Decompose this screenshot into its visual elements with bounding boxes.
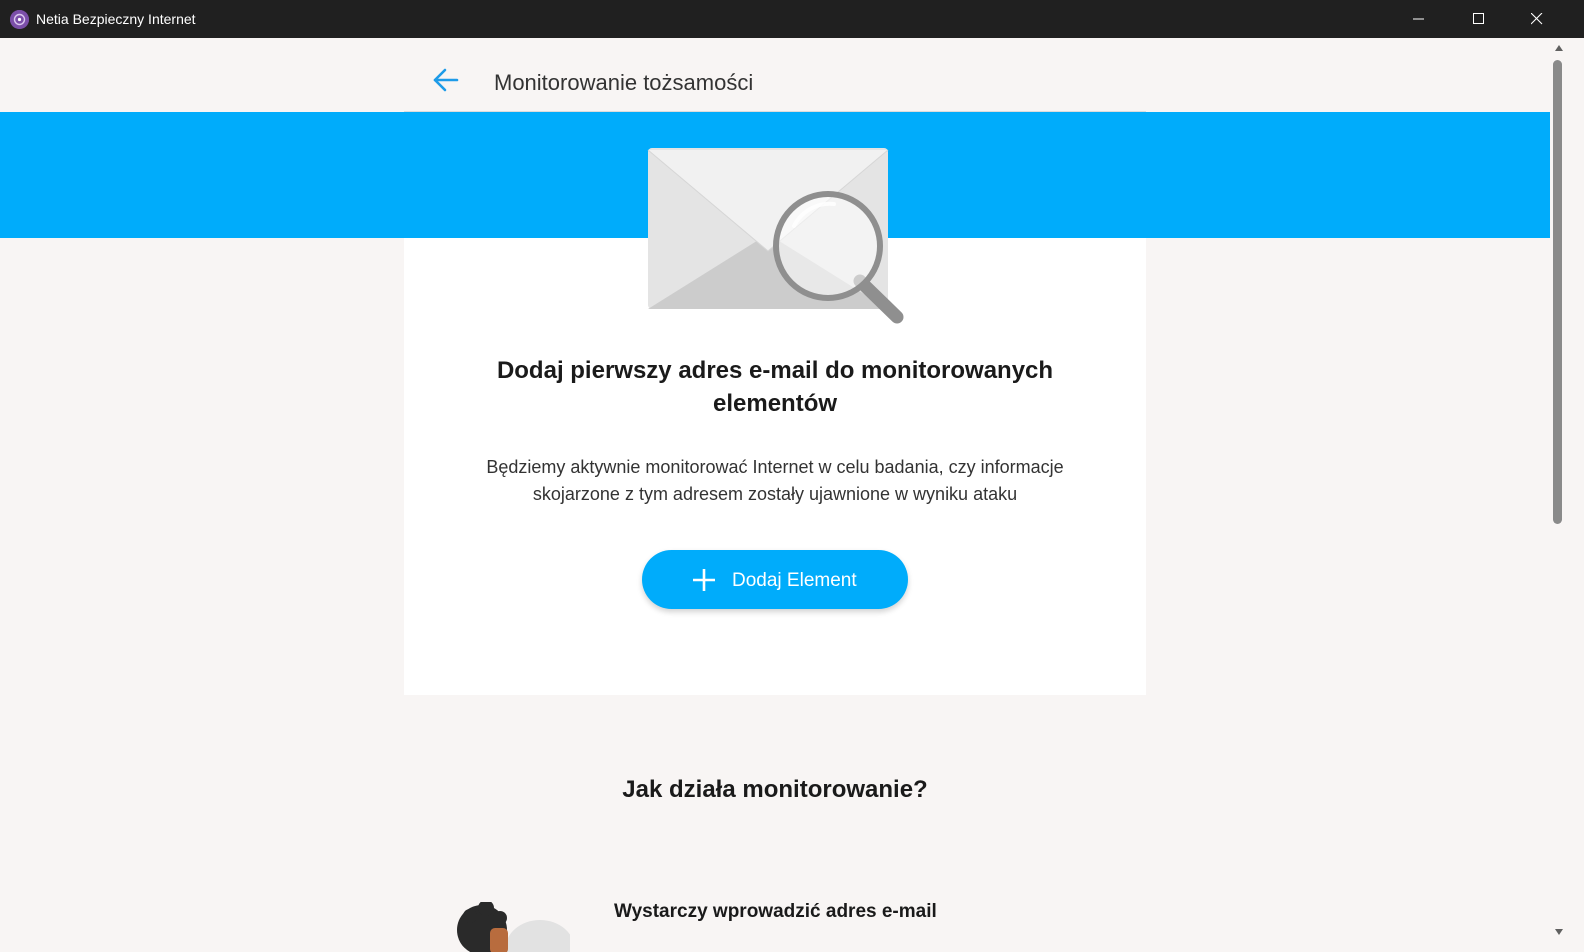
envelope-magnifier-illustration xyxy=(644,146,906,331)
how-it-works-title: Jak działa monitorowanie? xyxy=(622,776,928,803)
back-button[interactable] xyxy=(432,66,460,94)
add-element-label: Dodaj Element xyxy=(732,570,857,591)
maximize-icon xyxy=(1473,13,1484,24)
page-header: Monitorowanie tożsamości xyxy=(404,38,1146,112)
window-titlebar: Netia Bezpieczny Internet xyxy=(0,0,1584,38)
card-title: Dodaj pierwszy adres e-mail do monitorow… xyxy=(404,354,1146,420)
scroll-down-arrow-icon[interactable] xyxy=(1554,928,1564,936)
minimize-button[interactable] xyxy=(1390,0,1448,38)
plus-icon xyxy=(693,569,715,591)
scroll-up-arrow-icon[interactable] xyxy=(1554,44,1564,52)
minimize-icon xyxy=(1413,18,1424,20)
person-illustration xyxy=(450,900,575,952)
card-description-line2: skojarzone z tym adresem zostały ujawnio… xyxy=(532,484,1018,504)
vertical-scrollbar[interactable] xyxy=(1550,38,1568,952)
add-element-button[interactable]: Dodaj Element xyxy=(642,550,908,609)
card-title-line1: Dodaj pierwszy adres e-mail do monitorow… xyxy=(496,357,1054,384)
card-description: Będziemy aktywnie monitorować Internet w… xyxy=(404,454,1146,508)
maximize-button[interactable] xyxy=(1450,0,1508,38)
close-button[interactable] xyxy=(1508,0,1566,38)
app-logo-icon xyxy=(10,10,29,29)
card-description-line1: Będziemy aktywnie monitorować Internet w… xyxy=(486,457,1064,477)
card-title-line2: elementów xyxy=(712,390,838,417)
window-title: Netia Bezpieczny Internet xyxy=(36,11,196,27)
scrollbar-thumb[interactable] xyxy=(1553,60,1562,524)
page-title: Monitorowanie tożsamości xyxy=(494,70,754,95)
arrow-left-icon xyxy=(433,68,459,92)
close-icon xyxy=(1531,13,1543,25)
main-content: Monitorowanie tożsamości Dodaj pierwszy … xyxy=(0,38,1568,952)
step-title: Wystarczy wprowadzić adres e-mail xyxy=(614,901,937,922)
